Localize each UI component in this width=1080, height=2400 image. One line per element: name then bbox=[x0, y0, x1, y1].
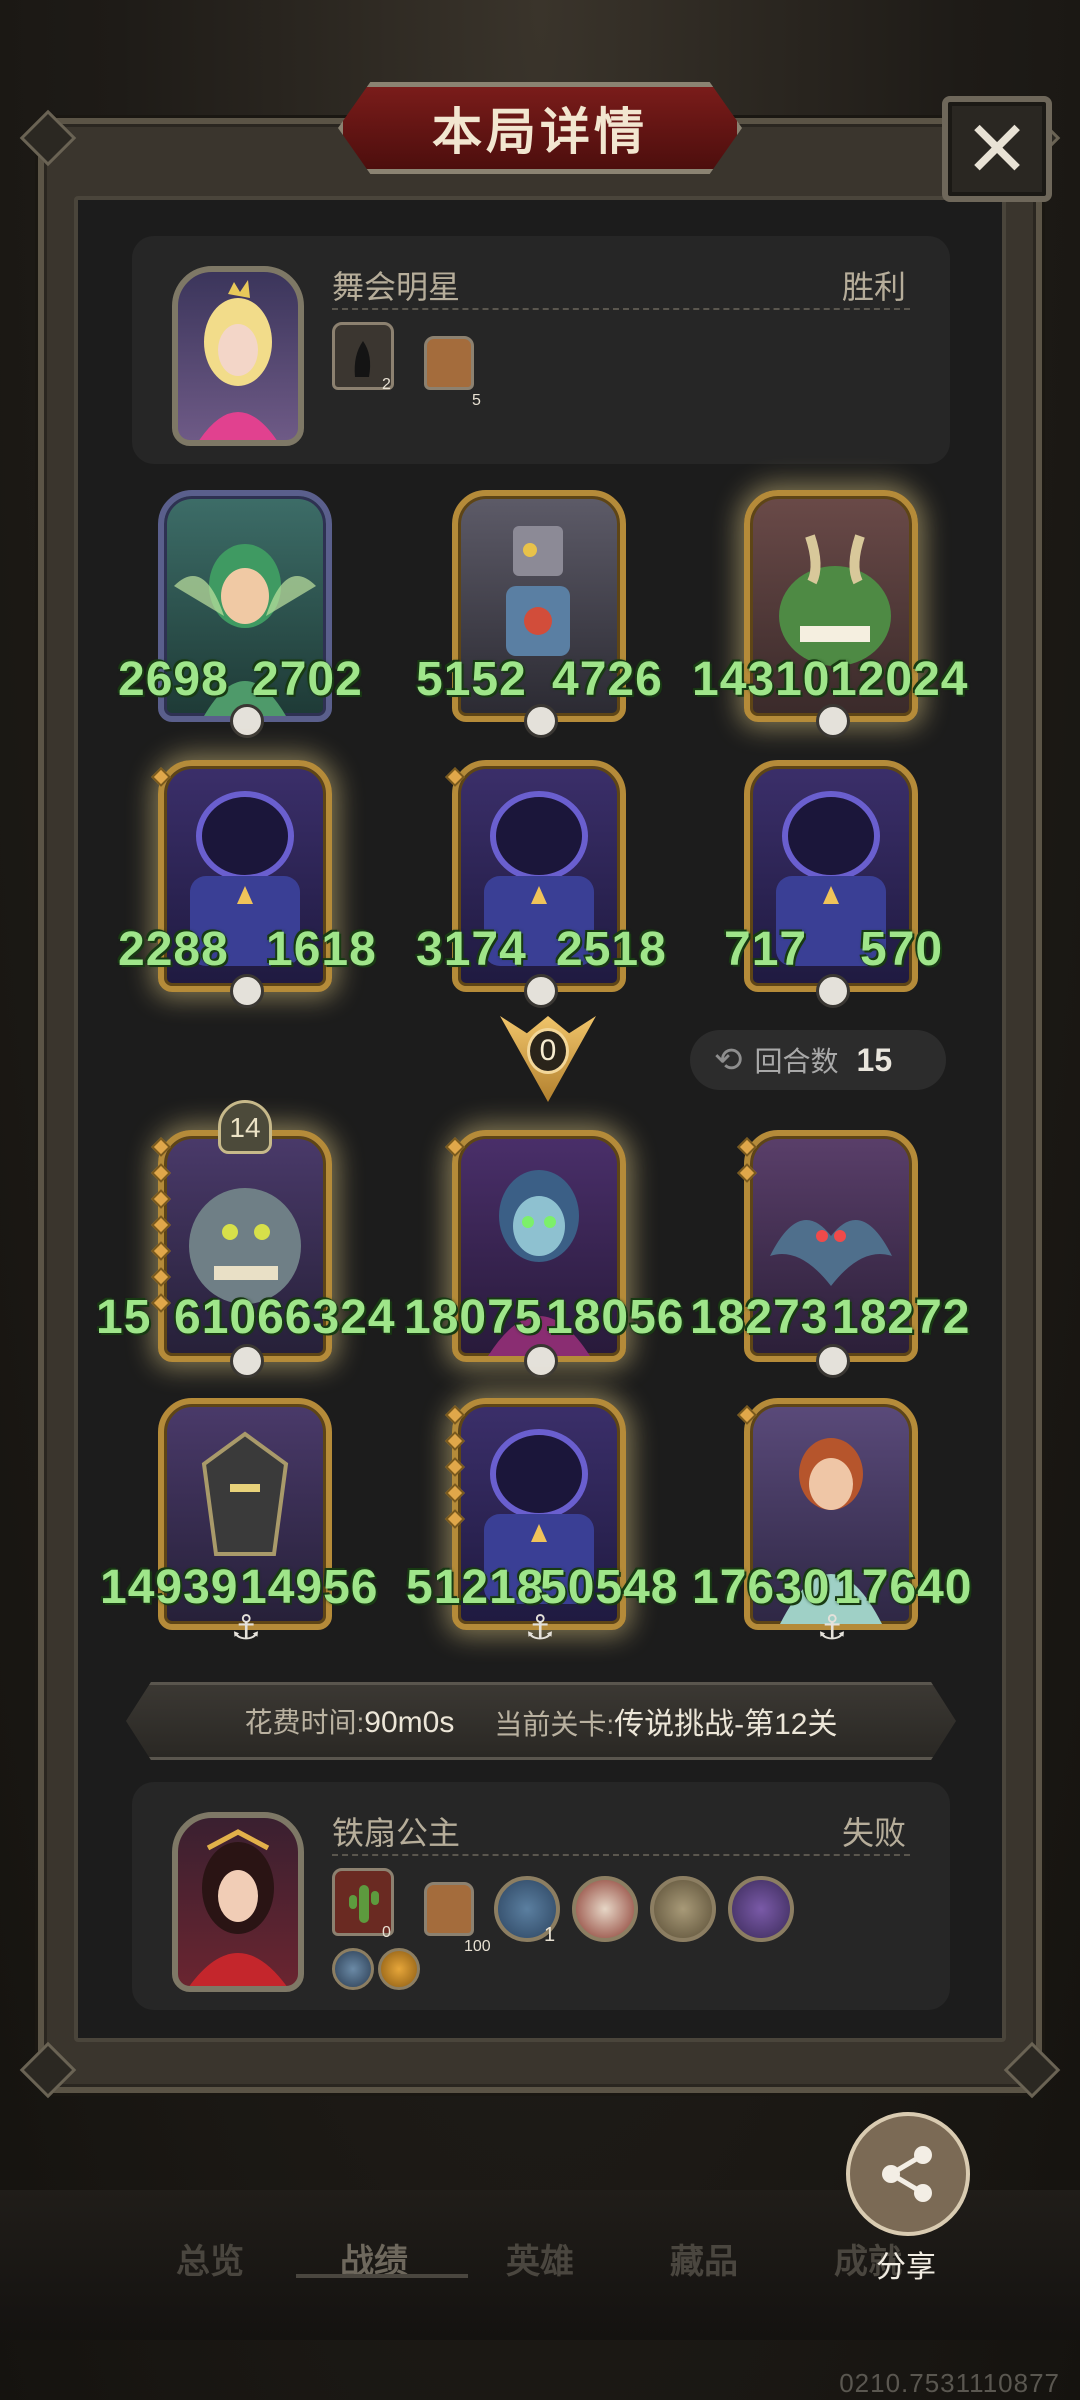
dialog-body bbox=[74, 196, 1006, 2042]
star-pips bbox=[445, 1137, 465, 1166]
skull-icon bbox=[524, 974, 558, 1008]
tab-active-indicator bbox=[296, 2274, 468, 2278]
horse-icon[interactable] bbox=[378, 1948, 420, 1990]
time-label: 花费时间: bbox=[244, 1707, 365, 1738]
avatar[interactable] bbox=[172, 1812, 304, 1992]
damage-dealt: 5152 bbox=[416, 653, 527, 706]
footer-code: 0210.7531110877 bbox=[839, 2368, 1060, 2398]
skull-icon bbox=[230, 974, 264, 1008]
skull-icon bbox=[816, 974, 850, 1008]
damage-dealt: 2698 bbox=[118, 653, 229, 706]
star-pips bbox=[445, 1405, 465, 1538]
damage-taken: 18272 bbox=[832, 1291, 971, 1344]
tab-overview[interactable]: 总览 bbox=[176, 2234, 244, 2283]
rounds-value: 15 bbox=[856, 1041, 893, 1078]
rounds-pill: ⟲ 回合数 15 bbox=[690, 1030, 946, 1090]
star-pips bbox=[737, 1137, 757, 1192]
star-pips bbox=[737, 1405, 757, 1434]
stage-value: 传说挑战-第12关 bbox=[614, 1708, 838, 1741]
damage-taken: 4726 bbox=[552, 653, 663, 706]
damage-dealt: 3174 bbox=[416, 923, 527, 976]
refresh-icon: ⟲ bbox=[714, 1041, 743, 1079]
star-pips bbox=[151, 767, 171, 796]
match-result: 胜利 bbox=[841, 269, 906, 305]
divider bbox=[332, 1854, 910, 1856]
damage-taken: 50548 bbox=[540, 1561, 679, 1614]
damage-taken: 2702 bbox=[252, 653, 363, 706]
player-name: 舞会明星 bbox=[332, 269, 461, 305]
item-count: 1 bbox=[544, 1924, 556, 1946]
battle-score: 0 bbox=[527, 1028, 569, 1074]
damage-dealt: 17630 bbox=[692, 1561, 831, 1614]
skull-icon bbox=[230, 1344, 264, 1378]
share-button[interactable] bbox=[846, 2112, 970, 2236]
time-value: 90m0s bbox=[364, 1706, 455, 1739]
blonde-star-portrait-icon bbox=[199, 280, 277, 440]
swords-icon[interactable] bbox=[332, 1948, 374, 1990]
avatar[interactable] bbox=[172, 266, 304, 446]
demon-mask-icon[interactable] bbox=[572, 1876, 638, 1942]
damage-taken: 1618 bbox=[266, 923, 377, 976]
skull-icon bbox=[816, 1344, 850, 1378]
spellbook-icon[interactable] bbox=[728, 1876, 794, 1942]
badge-count: 2 bbox=[382, 376, 391, 393]
house-icon[interactable] bbox=[424, 336, 474, 390]
iron-fan-princess-portrait-icon bbox=[189, 1829, 287, 1986]
share-label: 分享 bbox=[876, 2251, 936, 2284]
tab-heroes[interactable]: 英雄 bbox=[506, 2234, 574, 2283]
level-badge: 14 bbox=[218, 1100, 272, 1154]
winner-player-card: 舞会明星 胜利 2 5 bbox=[132, 236, 950, 464]
damage-taken: 2518 bbox=[556, 923, 667, 976]
rounds-label: 回合数 bbox=[754, 1046, 839, 1077]
close-icon: ✕ bbox=[964, 105, 1030, 193]
sword-icon[interactable] bbox=[650, 1876, 716, 1942]
damage-dealt: 15 bbox=[96, 1291, 152, 1344]
badge-count: 0 bbox=[382, 1924, 391, 1941]
damage-dealt: 14939 bbox=[100, 1561, 239, 1614]
house-icon[interactable] bbox=[424, 1882, 474, 1936]
skull-icon bbox=[816, 704, 850, 738]
stage-label: 当前关卡: bbox=[494, 1709, 615, 1740]
match-stats-ribbon: 花费时间:90m0s 当前关卡:传说挑战-第12关 bbox=[126, 1682, 956, 1760]
star-pips bbox=[445, 767, 465, 796]
dialog-title: 本局详情 bbox=[432, 104, 648, 160]
damage-taken: 17640 bbox=[834, 1561, 973, 1614]
loser-player-card: 铁扇公主 失败 0 100 1 bbox=[132, 1782, 950, 2010]
damage-dealt: 14310 bbox=[692, 653, 831, 706]
player-name: 铁扇公主 bbox=[332, 1815, 461, 1851]
damage-dealt: 717 bbox=[724, 923, 808, 976]
dialog-title-plate: 本局详情 bbox=[338, 82, 742, 174]
skull-icon bbox=[524, 1344, 558, 1378]
divider bbox=[332, 308, 910, 310]
close-button[interactable]: ✕ bbox=[942, 96, 1052, 202]
damage-dealt: 51218 bbox=[406, 1561, 545, 1614]
skull-icon bbox=[524, 704, 558, 738]
damage-dealt: 18273 bbox=[690, 1291, 829, 1344]
badge-count: 100 bbox=[464, 1938, 491, 1955]
damage-taken: 61066324 bbox=[174, 1291, 396, 1344]
damage-taken: 570 bbox=[860, 923, 944, 976]
damage-dealt: 2288 bbox=[118, 923, 229, 976]
damage-taken: 14956 bbox=[240, 1561, 379, 1614]
share-icon bbox=[882, 2146, 932, 2202]
tab-collection[interactable]: 藏品 bbox=[670, 2234, 738, 2283]
damage-dealt: 18075 bbox=[404, 1291, 543, 1344]
skull-icon bbox=[230, 704, 264, 738]
match-result: 失败 bbox=[841, 1815, 906, 1851]
damage-taken: 18056 bbox=[546, 1291, 685, 1344]
star-pips bbox=[151, 1137, 171, 1322]
damage-taken: 12024 bbox=[830, 653, 969, 706]
badge-count: 5 bbox=[472, 392, 481, 409]
